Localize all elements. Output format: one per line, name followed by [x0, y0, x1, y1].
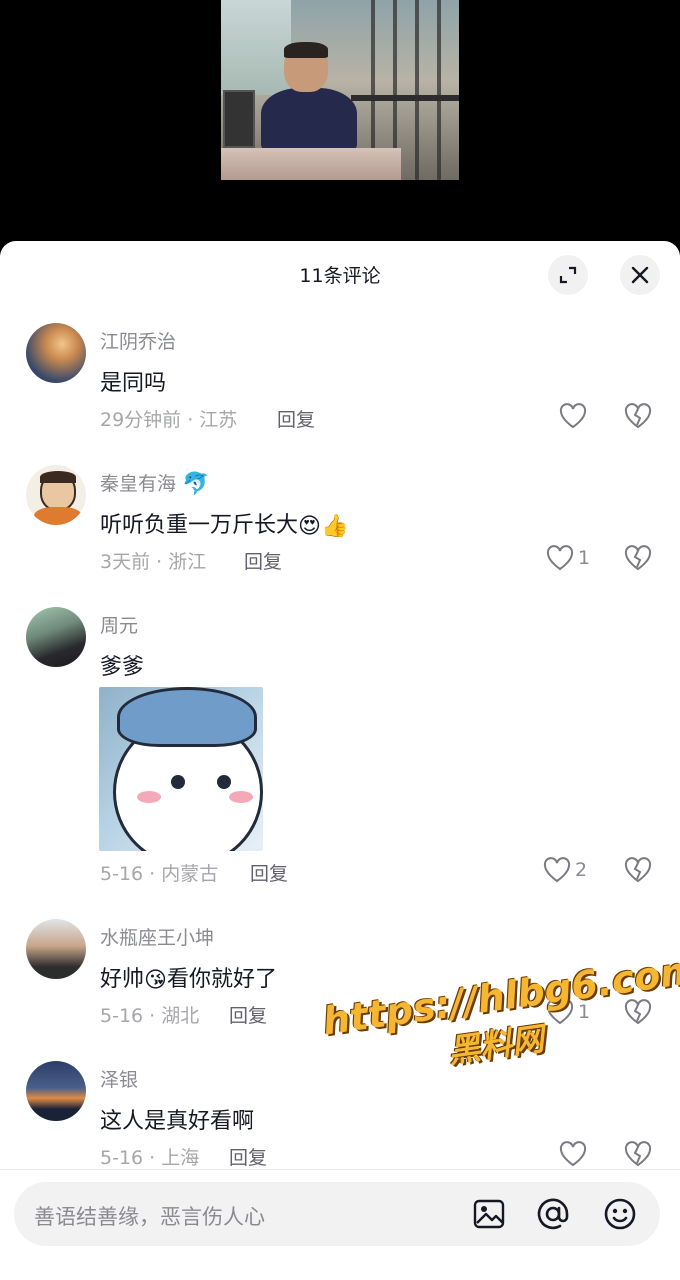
dislike-button[interactable] [624, 1141, 652, 1171]
avatar[interactable] [26, 465, 86, 525]
heart-icon [559, 403, 587, 429]
comment-emojis: 😍👍 [298, 513, 349, 539]
image-icon [473, 1199, 505, 1229]
comments-sheet: 11条评论 江阴乔治 是同吗 29分钟前 · 江苏 回复 秦皇有海 🐬 听听负重… [0, 241, 680, 1280]
avatar[interactable] [26, 1061, 86, 1121]
like-button[interactable]: 2 [543, 857, 587, 883]
comment-username[interactable]: 泽银 [100, 1065, 138, 1092]
comment-input[interactable]: 善语结善缘，恶言伤人心 [14, 1182, 660, 1246]
at-icon [537, 1198, 569, 1230]
avatar[interactable] [26, 919, 86, 979]
comment-sticker-image[interactable] [99, 687, 263, 851]
comment-input-placeholder: 善语结善缘，恶言伤人心 [34, 1205, 265, 1229]
comment-username[interactable]: 秦皇有海 🐬 [100, 469, 209, 497]
like-button[interactable] [559, 403, 591, 429]
like-button[interactable]: 1 [546, 545, 590, 571]
emoji-icon [604, 1198, 636, 1230]
image-button[interactable] [470, 1195, 508, 1233]
emoji-button[interactable] [601, 1195, 639, 1233]
like-count: 1 [578, 547, 591, 569]
dislike-button[interactable] [624, 403, 652, 433]
reply-button[interactable]: 回复 [244, 547, 282, 574]
comment-text: 好帅😘看你就好了 [100, 961, 277, 993]
sheet-header: 11条评论 [0, 241, 680, 307]
comment-text-part: 好帅 [100, 967, 145, 992]
broken-heart-icon [624, 857, 652, 883]
broken-heart-icon [624, 403, 652, 429]
dolphin-emoji: 🐬 [182, 472, 210, 497]
input-divider [0, 1169, 680, 1170]
username-text: 秦皇有海 [100, 473, 177, 495]
comment-meta: 3天前 · 浙江 [100, 551, 207, 573]
broken-heart-icon [624, 545, 652, 571]
expand-icon [559, 266, 577, 284]
comment-text: 这人是真好看啊 [100, 1109, 255, 1134]
expand-button[interactable] [548, 255, 588, 295]
comment-meta: 5-16 · 内蒙古 [100, 863, 219, 885]
close-button[interactable] [620, 255, 660, 295]
reply-button[interactable]: 回复 [229, 1001, 267, 1028]
heart-icon [546, 545, 574, 571]
video-player[interactable] [0, 0, 680, 250]
comment-meta: 5-16 · 湖北 [100, 1005, 200, 1027]
comment-meta: 29分钟前 · 江苏 [100, 409, 238, 431]
comment-username[interactable]: 周元 [100, 611, 138, 638]
comment-text: 爹爹 [100, 655, 145, 680]
video-frame [221, 0, 459, 180]
comment-username[interactable]: 水瓶座王小坤 [100, 923, 214, 950]
heart-icon [559, 1141, 587, 1167]
comment-username[interactable]: 江阴乔治 [100, 327, 176, 354]
avatar[interactable] [26, 607, 86, 667]
dislike-button[interactable] [624, 545, 652, 575]
comment-text: 听听负重一万斤长大😍👍 [100, 507, 348, 539]
comment-text-part: 看你就好了 [166, 967, 277, 992]
broken-heart-icon [624, 1141, 652, 1167]
dislike-button[interactable] [624, 857, 652, 887]
reply-button[interactable]: 回复 [277, 405, 315, 432]
comment-text: 是同吗 [100, 371, 167, 396]
close-icon [631, 266, 649, 284]
avatar[interactable] [26, 323, 86, 383]
like-count: 2 [575, 859, 588, 881]
comment-text-body: 听听负重一万斤长大 [100, 513, 299, 538]
like-button[interactable] [559, 1141, 591, 1167]
heart-icon [543, 857, 571, 883]
reply-button[interactable]: 回复 [229, 1143, 267, 1170]
comment-meta: 5-16 · 上海 [100, 1147, 200, 1169]
comment-emoji: 😘 [144, 967, 167, 993]
reply-button[interactable]: 回复 [250, 859, 288, 886]
mention-button[interactable] [534, 1195, 572, 1233]
